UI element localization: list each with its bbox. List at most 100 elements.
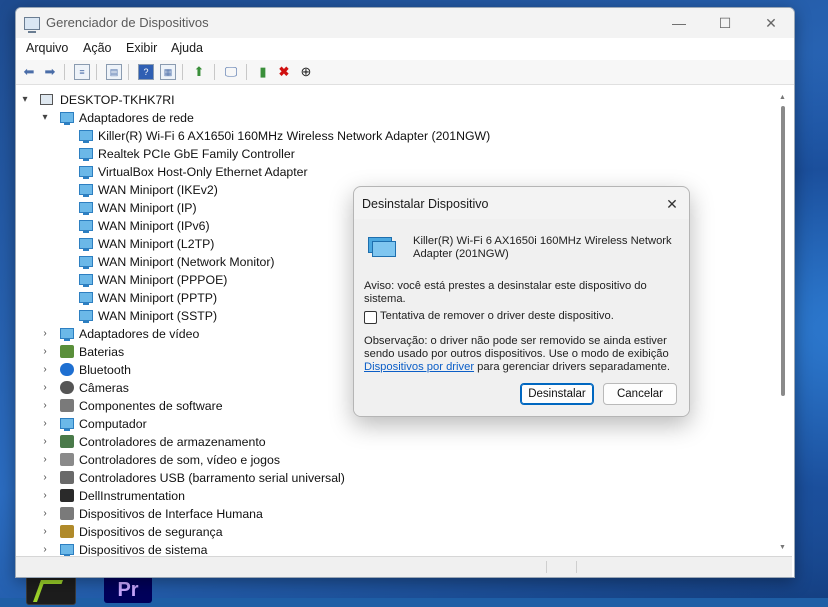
network-adapter-icon bbox=[79, 202, 93, 215]
forward-arrow-icon[interactable]: ➡ bbox=[41, 63, 59, 81]
console-icon[interactable]: ▦ bbox=[160, 64, 176, 80]
computer-icon bbox=[40, 94, 53, 105]
chevron-right-icon[interactable]: › bbox=[40, 361, 50, 379]
dell-instrumentation-icon bbox=[60, 489, 74, 502]
cancel-button[interactable]: Cancelar bbox=[603, 383, 677, 405]
tree-category-network[interactable]: ▾ Adaptadores de rede bbox=[16, 109, 756, 127]
add-driver-icon[interactable]: ▮ bbox=[254, 63, 272, 81]
device-label: Killer(R) Wi-Fi 6 AX1650i 160MHz Wireles… bbox=[98, 129, 491, 143]
vertical-scrollbar[interactable]: ▲ ▼ bbox=[778, 94, 788, 556]
uninstall-device-dialog: Desinstalar Dispositivo ✕ Killer(R) Wi-F… bbox=[353, 186, 690, 417]
chevron-down-icon[interactable]: ▾ bbox=[40, 109, 50, 127]
chevron-right-icon[interactable]: › bbox=[40, 397, 50, 415]
category-label: Computador bbox=[79, 417, 147, 431]
close-button[interactable]: ✕ bbox=[748, 8, 794, 38]
device-label: WAN Miniport (IP) bbox=[98, 201, 197, 215]
system-device-icon bbox=[60, 544, 74, 557]
disable-device-icon[interactable]: ⊕ bbox=[297, 63, 315, 81]
scrollbar-thumb[interactable] bbox=[781, 106, 785, 396]
menu-bar: Arquivo Ação Exibir Ajuda bbox=[16, 38, 794, 60]
category-label: Adaptadores de vídeo bbox=[79, 327, 200, 341]
uninstall-x-icon[interactable]: ✖ bbox=[275, 63, 293, 81]
chevron-right-icon[interactable]: › bbox=[40, 505, 50, 523]
toolbar-separator bbox=[96, 64, 97, 80]
warning-text: Aviso: você está prestes a desinstalar e… bbox=[364, 280, 647, 305]
tree-category[interactable]: › Computador bbox=[16, 415, 756, 433]
scroll-down-arrow-icon[interactable]: ▼ bbox=[779, 544, 786, 551]
menu-arquivo[interactable]: Arquivo bbox=[26, 41, 68, 55]
category-label: Baterias bbox=[79, 345, 125, 359]
remove-driver-label[interactable]: Tentativa de remover o driver deste disp… bbox=[380, 310, 614, 322]
camera-icon bbox=[60, 381, 74, 394]
chevron-right-icon[interactable]: › bbox=[40, 343, 50, 361]
toolbar-separator bbox=[128, 64, 129, 80]
tree-category[interactable]: › Controladores de armazenamento bbox=[16, 433, 756, 451]
network-adapter-icon bbox=[79, 292, 93, 305]
device-label: WAN Miniport (PPTP) bbox=[98, 291, 218, 305]
category-label: Bluetooth bbox=[79, 363, 131, 377]
category-label: Dispositivos de segurança bbox=[79, 525, 223, 539]
chevron-right-icon[interactable]: › bbox=[40, 451, 50, 469]
update-driver-icon[interactable]: ⬆ bbox=[190, 63, 208, 81]
toolbar-separator bbox=[214, 64, 215, 80]
device-label: WAN Miniport (Network Monitor) bbox=[98, 255, 275, 269]
device-name: Killer(R) Wi-Fi 6 AX1650i 160MHz Wireles… bbox=[413, 235, 672, 260]
tree-category[interactable]: › Dispositivos de sistema bbox=[16, 541, 756, 557]
tree-category[interactable]: › Controladores USB (barramento serial u… bbox=[16, 469, 756, 487]
category-label: Câmeras bbox=[79, 381, 129, 395]
software-component-icon bbox=[60, 399, 74, 412]
menu-acao[interactable]: Ação bbox=[83, 41, 112, 55]
scan-hardware-icon[interactable]: 🖵 bbox=[222, 63, 240, 81]
dialog-close-icon[interactable]: ✕ bbox=[660, 193, 684, 215]
tree-item[interactable]: VirtualBox Host-Only Ethernet Adapter bbox=[16, 163, 756, 181]
category-label: Adaptadores de rede bbox=[79, 111, 194, 125]
computer-icon bbox=[60, 418, 74, 431]
remove-driver-checkbox[interactable] bbox=[364, 311, 377, 324]
maximize-button[interactable]: ☐ bbox=[702, 8, 748, 38]
network-adapter-icon bbox=[79, 256, 93, 269]
tree-item[interactable]: Killer(R) Wi-Fi 6 AX1650i 160MHz Wireles… bbox=[16, 127, 756, 145]
status-divider bbox=[546, 561, 547, 573]
menu-exibir[interactable]: Exibir bbox=[126, 41, 157, 55]
minimize-button[interactable]: — bbox=[656, 8, 702, 38]
tree-category[interactable]: › DellInstrumentation bbox=[16, 487, 756, 505]
device-label: WAN Miniport (L2TP) bbox=[98, 237, 215, 251]
chevron-down-icon[interactable]: ▾ bbox=[20, 91, 30, 109]
category-label: Controladores USB (barramento serial uni… bbox=[79, 471, 345, 485]
scroll-up-arrow-icon[interactable]: ▲ bbox=[779, 94, 786, 101]
help-icon[interactable]: ? bbox=[138, 64, 154, 80]
chevron-right-icon[interactable]: › bbox=[40, 541, 50, 557]
network-adapter-icon bbox=[368, 237, 396, 257]
category-label: Dispositivos de sistema bbox=[79, 543, 208, 557]
tree-category[interactable]: › Controladores de som, vídeo e jogos bbox=[16, 451, 756, 469]
view-list-icon[interactable]: ≡ bbox=[74, 64, 90, 80]
category-label: DellInstrumentation bbox=[79, 489, 185, 503]
title-bar: Gerenciador de Dispositivos — ☐ ✕ bbox=[16, 8, 794, 38]
devices-by-driver-link[interactable]: Dispositivos por driver bbox=[364, 361, 474, 373]
device-label: WAN Miniport (PPPOE) bbox=[98, 273, 228, 287]
category-label: Controladores de som, vídeo e jogos bbox=[79, 453, 280, 467]
storage-controller-icon bbox=[60, 435, 74, 448]
category-label: Componentes de software bbox=[79, 399, 223, 413]
chevron-right-icon[interactable]: › bbox=[40, 523, 50, 541]
tree-category[interactable]: › Dispositivos de segurança bbox=[16, 523, 756, 541]
chevron-right-icon[interactable]: › bbox=[40, 469, 50, 487]
properties-icon[interactable]: ▤ bbox=[106, 64, 122, 80]
speaker-icon bbox=[60, 453, 74, 466]
tree-category[interactable]: › Dispositivos de Interface Humana bbox=[16, 505, 756, 523]
uninstall-button[interactable]: Desinstalar bbox=[520, 383, 594, 405]
chevron-right-icon[interactable]: › bbox=[40, 325, 50, 343]
tree-item[interactable]: Realtek PCIe GbE Family Controller bbox=[16, 145, 756, 163]
network-adapter-icon bbox=[79, 220, 93, 233]
toolbar-separator bbox=[246, 64, 247, 80]
tree-root[interactable]: ▾ DESKTOP-TKHK7RI bbox=[16, 91, 756, 109]
chevron-right-icon[interactable]: › bbox=[40, 379, 50, 397]
toolbar-separator bbox=[182, 64, 183, 80]
menu-ajuda[interactable]: Ajuda bbox=[171, 41, 203, 55]
chevron-right-icon[interactable]: › bbox=[40, 487, 50, 505]
chevron-right-icon[interactable]: › bbox=[40, 433, 50, 451]
device-manager-app-icon bbox=[24, 17, 40, 33]
back-arrow-icon[interactable]: ⬅ bbox=[20, 63, 38, 81]
display-adapter-icon bbox=[60, 328, 74, 341]
chevron-right-icon[interactable]: › bbox=[40, 415, 50, 433]
